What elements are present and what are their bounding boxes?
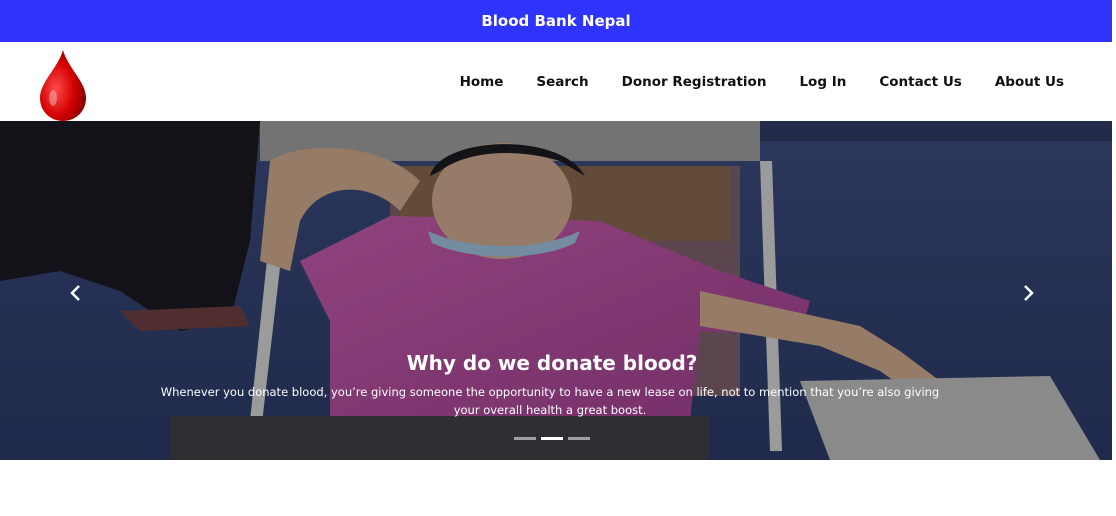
site-title: Blood Bank Nepal [481, 12, 631, 30]
top-banner: Blood Bank Nepal [0, 0, 1112, 42]
chevron-left-icon[interactable] [64, 281, 88, 305]
carousel-caption-title: Why do we donate blood? [406, 351, 698, 375]
hero-carousel: Why do we donate blood? Whenever you don… [0, 121, 1112, 460]
nav-contact-us[interactable]: Contact Us [879, 74, 962, 90]
navbar: Home Search Donor Registration Log In Co… [0, 42, 1112, 121]
carousel-indicators [514, 437, 590, 440]
nav-search[interactable]: Search [536, 74, 588, 90]
nav-home[interactable]: Home [460, 74, 504, 90]
blood-drop-icon[interactable] [38, 50, 88, 122]
carousel-indicator-2[interactable] [541, 437, 563, 440]
nav-donor-registration[interactable]: Donor Registration [622, 74, 767, 90]
carousel-caption-text: Whenever you donate blood, you’re giving… [160, 385, 940, 417]
nav-about-us[interactable]: About Us [995, 74, 1064, 90]
nav-log-in[interactable]: Log In [799, 74, 846, 90]
carousel-indicator-1[interactable] [514, 437, 536, 440]
main-nav: Home Search Donor Registration Log In Co… [427, 42, 1064, 121]
chevron-right-icon[interactable] [1016, 281, 1040, 305]
carousel-indicator-3[interactable] [568, 437, 590, 440]
